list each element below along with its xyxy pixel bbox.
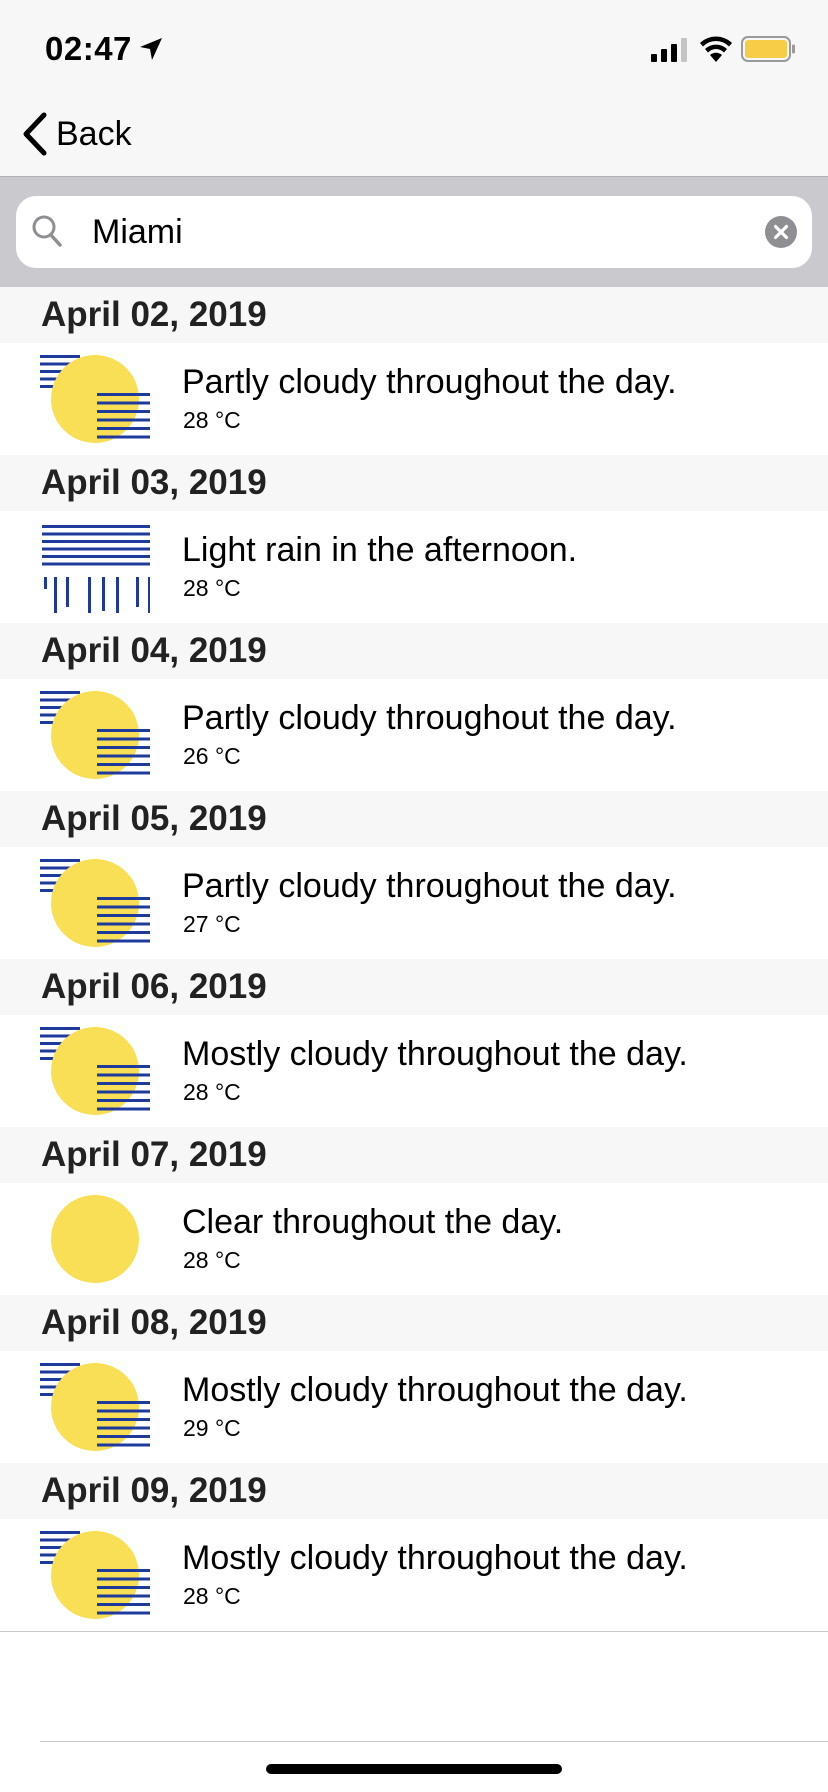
section-date: April 06, 2019 [41,967,267,1006]
clear-day-icon [51,1195,139,1283]
section-header: April 07, 2019 [0,1127,828,1183]
forecast-summary: Mostly cloudy throughout the day. [182,1371,688,1409]
forecast-summary: Light rain in the afternoon. [182,531,578,569]
forecast-row[interactable]: Clear throughout the day. 28 °C [0,1183,828,1295]
forecast-summary: Mostly cloudy throughout the day. [182,1539,688,1577]
search-field-container[interactable] [16,196,812,268]
section-header: April 02, 2019 [0,287,828,343]
forecast-row[interactable]: Light rain in the afternoon. 28 °C [0,511,828,623]
divider [40,1741,828,1742]
wifi-icon [700,36,732,62]
home-indicator[interactable] [266,1764,562,1774]
section-date: April 08, 2019 [41,1303,267,1342]
chevron-left-icon [23,112,47,156]
forecast-summary: Clear throughout the day. [182,1203,564,1241]
forecast-summary: Partly cloudy throughout the day. [182,363,677,401]
section-header: April 05, 2019 [0,791,828,847]
forecast-row[interactable]: Partly cloudy throughout the day. 27 °C [0,847,828,959]
forecast-temperature: 28 °C [183,407,241,433]
section-date: April 09, 2019 [41,1471,267,1510]
cellular-signal-icon [651,38,687,62]
status-bar: 02:47 [0,0,828,96]
back-label: Back [56,114,132,153]
section-header: April 08, 2019 [0,1295,828,1351]
forecast-row[interactable]: Mostly cloudy throughout the day. 28 °C [0,1015,828,1127]
back-button[interactable]: Back [22,108,132,160]
forecast-temperature: 28 °C [183,1247,241,1273]
location-arrow-icon [140,38,162,60]
clear-search-icon[interactable] [765,216,797,248]
status-time: 02:47 [45,30,132,67]
rain-icon [42,525,150,613]
forecast-temperature: 27 °C [183,911,241,937]
search-input[interactable] [76,196,752,268]
section-date: April 05, 2019 [41,799,267,838]
battery-icon [741,36,795,62]
partly-cloudy-icon [40,1363,150,1451]
section-header: April 09, 2019 [0,1463,828,1519]
forecast-temperature: 29 °C [183,1415,241,1441]
partly-cloudy-icon [40,1027,150,1115]
partly-cloudy-icon [40,691,150,779]
forecast-row[interactable]: Partly cloudy throughout the day. 26 °C [0,679,828,791]
app-screen: 02:47 Back Miami April 02, 2019 Partly c… [0,0,828,1792]
forecast-summary: Partly cloudy throughout the day. [182,699,677,737]
partly-cloudy-icon [40,355,150,443]
forecast-temperature: 28 °C [183,1583,241,1609]
forecast-row[interactable]: Mostly cloudy throughout the day. 28 °C [0,1519,828,1632]
search-bar [0,177,828,287]
forecast-temperature: 26 °C [183,743,241,769]
section-date: April 03, 2019 [41,463,267,502]
forecast-summary: Partly cloudy throughout the day. [182,867,677,905]
search-icon [32,215,62,247]
partly-cloudy-icon [40,859,150,947]
section-header: April 04, 2019 [0,623,828,679]
forecast-list: April 02, 2019 Partly cloudy throughout t… [0,287,828,1632]
forecast-temperature: 28 °C [183,575,241,601]
section-date: April 02, 2019 [41,295,267,334]
partly-cloudy-icon [40,1531,150,1619]
section-header: April 06, 2019 [0,959,828,1015]
section-date: April 04, 2019 [41,631,267,670]
forecast-row[interactable]: Partly cloudy throughout the day. 28 °C [0,343,828,455]
section-header: April 03, 2019 [0,455,828,511]
section-date: April 07, 2019 [41,1135,267,1174]
forecast-summary: Mostly cloudy throughout the day. [182,1035,688,1073]
forecast-row[interactable]: Mostly cloudy throughout the day. 29 °C [0,1351,828,1463]
forecast-temperature: 28 °C [183,1079,241,1105]
navigation-bar: Back [0,96,828,177]
